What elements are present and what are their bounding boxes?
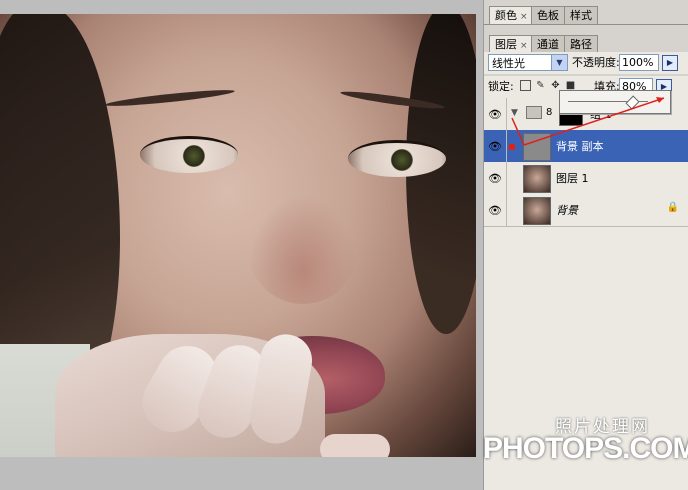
- eye-icon[interactable]: 👁: [488, 204, 502, 217]
- annotation-arrows: [511, 97, 665, 146]
- layer-name: 背景: [556, 204, 578, 217]
- photoshop-window: 颜色 × 色板 样式 图层 × 通道 路径 线性光 ▼ 不透明度: 100% ▶ 锁…: [0, 0, 688, 490]
- eye-right: [348, 140, 446, 177]
- thumb: [320, 434, 390, 457]
- lock-icon: 🔒: [666, 202, 679, 213]
- watermark-en: PHOTOPS.COM: [483, 432, 688, 465]
- layer-thumbnail: [523, 197, 551, 225]
- annotation-arrow-2: [523, 97, 665, 146]
- eyebrow-left: [104, 87, 236, 109]
- document-canvas[interactable]: [0, 0, 483, 490]
- eye-left: [140, 136, 238, 173]
- portrait-photo: [0, 14, 476, 457]
- nose: [248, 194, 358, 304]
- annotation-arrow-1: [511, 117, 525, 146]
